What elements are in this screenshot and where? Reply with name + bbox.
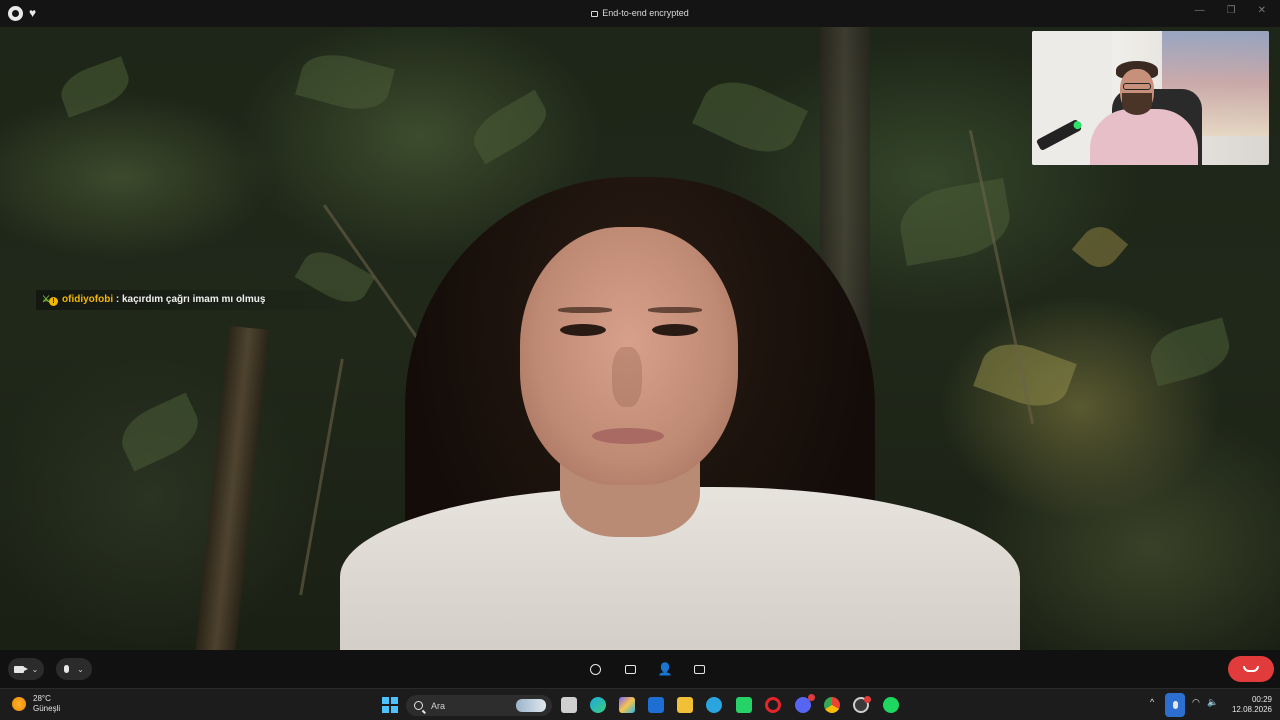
foliage: [1144, 317, 1236, 387]
close-button[interactable]: ✕: [1258, 5, 1266, 16]
more-options-icon: [693, 664, 705, 674]
obs-icon[interactable]: [853, 696, 871, 713]
maximize-button[interactable]: ❐: [1227, 5, 1236, 16]
edge-icon[interactable]: [590, 697, 606, 713]
chat-separator: :: [113, 294, 122, 305]
video-camera-icon: [13, 665, 28, 673]
more-options-button[interactable]: [688, 658, 710, 680]
taskbar-search[interactable]: Ara: [406, 695, 552, 716]
clock-date: 12.08.2026: [1231, 705, 1272, 714]
spotify-icon[interactable]: [883, 697, 899, 713]
emoji-button[interactable]: [584, 658, 606, 680]
opera-icon[interactable]: [765, 697, 781, 713]
notification-badge: [808, 694, 815, 701]
end-call-button[interactable]: [1228, 656, 1274, 682]
microphone-icon: [64, 665, 70, 673]
eyebrow: [558, 307, 612, 313]
wifi-icon[interactable]: ◠: [1192, 697, 1200, 708]
foliage: [692, 68, 808, 166]
weather-widget[interactable]: 28°C Güneşli: [12, 694, 60, 714]
call-controls-bar: ⌄ ⌄ 👤: [0, 650, 1280, 688]
tray-overflow-caret[interactable]: ^: [1150, 697, 1154, 707]
sword-badge-icon: ⚔: [42, 294, 51, 304]
lips: [592, 428, 664, 444]
self-body: [1090, 109, 1198, 165]
eyebrow: [648, 307, 702, 313]
chevron-down-icon[interactable]: ⌄: [77, 665, 84, 674]
warning-badge-icon: !: [49, 297, 58, 306]
lock-icon: [591, 11, 599, 17]
phone-hangup-icon: [1243, 666, 1259, 672]
foliage: [113, 392, 207, 472]
window-title: End-to-end encrypted: [0, 8, 1280, 18]
outlook-icon[interactable]: [648, 697, 664, 713]
file-explorer-icon[interactable]: [561, 697, 577, 713]
chevron-down-icon[interactable]: ⌄: [32, 665, 39, 674]
start-button[interactable]: [382, 697, 398, 713]
weather-text: 28°C Güneşli: [33, 694, 60, 714]
window-controls: — ❐ ✕: [1195, 5, 1266, 16]
branch: [299, 358, 344, 596]
emoji-icon: [589, 663, 601, 675]
eye: [652, 324, 698, 336]
foliage: [1071, 218, 1129, 276]
minimize-button[interactable]: —: [1195, 5, 1205, 16]
search-highlight-image: [516, 699, 546, 712]
system-clock[interactable]: 00:29 12.08.2026: [1222, 695, 1272, 715]
whatsapp-icon[interactable]: [736, 697, 752, 713]
self-view-video[interactable]: [1032, 31, 1269, 165]
chrome-icon[interactable]: [824, 697, 840, 713]
mic-in-use-button[interactable]: [1165, 693, 1185, 717]
copilot-icon[interactable]: [619, 697, 635, 713]
folder-icon[interactable]: [677, 697, 693, 713]
search-icon: [414, 701, 423, 710]
wooden-post: [194, 325, 270, 650]
foliage: [295, 46, 395, 118]
foliage: [55, 56, 135, 118]
weather-temperature: 28°C: [33, 694, 51, 703]
chat-message-text: kaçırdım çağrı imam mı olmuş: [122, 294, 266, 305]
foliage: [465, 89, 555, 165]
search-placeholder: Ara: [431, 700, 446, 711]
stream-chat-message: ⚔! ofidiyofobi : kaçırdım çağrı imam mı o…: [36, 290, 356, 310]
recording-badge: [864, 696, 871, 703]
chat-username: ofidiyofobi: [62, 294, 114, 305]
discord-icon[interactable]: [795, 694, 815, 713]
mic-toggle-button[interactable]: ⌄: [56, 658, 92, 680]
weather-description: Güneşli: [33, 704, 61, 713]
encryption-label: End-to-end encrypted: [602, 8, 689, 18]
screen-share-icon: [624, 664, 636, 674]
nose: [612, 347, 642, 407]
person-face: [520, 227, 738, 485]
foliage: [973, 333, 1077, 417]
eye: [560, 324, 606, 336]
clock-time: 00:29: [1251, 695, 1272, 704]
telegram-icon[interactable]: [706, 697, 722, 713]
screen-share-button[interactable]: [619, 658, 641, 680]
add-participant-icon: 👤: [657, 662, 673, 676]
title-bar: ♥ End-to-end encrypted — ❐ ✕: [0, 0, 1280, 27]
camera-toggle-button[interactable]: ⌄: [8, 658, 44, 680]
self-beard: [1122, 93, 1152, 115]
microphone-icon: [1172, 701, 1178, 709]
sun-icon: [12, 697, 26, 711]
windows-taskbar: 28°C Güneşli Ara ^ ◠ 🔈 00:29 12.08.2026: [0, 688, 1280, 720]
volume-icon[interactable]: 🔈: [1207, 697, 1218, 708]
self-glasses: [1123, 83, 1151, 90]
add-participant-button[interactable]: 👤: [654, 658, 676, 680]
